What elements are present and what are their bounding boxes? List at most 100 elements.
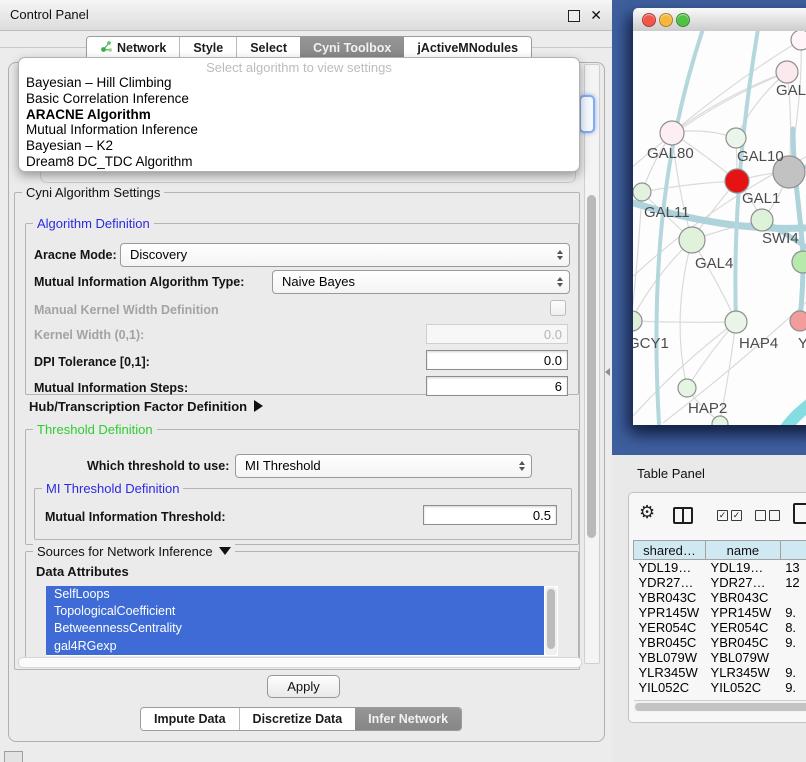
network-node-node[interactable] — [791, 31, 806, 50]
hub-definition-label: Hub/Transcription Factor Definition — [29, 399, 247, 414]
table-horizontal-scrollbar[interactable] — [634, 700, 806, 712]
tab-infer-network[interactable]: Infer Network — [355, 708, 461, 730]
group-title: Cyni Algorithm Settings — [22, 185, 164, 200]
table-cell[interactable]: 9. — [780, 665, 806, 680]
table-cell[interactable]: YBL079W — [706, 650, 781, 665]
table-cell[interactable]: YBL079W — [634, 650, 706, 665]
network-node-hap2[interactable] — [678, 379, 696, 397]
node-label-hap4: HAP4 — [739, 335, 778, 352]
table-cell[interactable]: YDL19… — [634, 560, 706, 576]
tab-style[interactable]: Style — [179, 37, 236, 59]
sources-title: Sources for Network Inference — [37, 544, 213, 559]
horizontal-scrollbar[interactable] — [18, 657, 582, 668]
column-header[interactable] — [780, 541, 806, 560]
network-node-gal80[interactable] — [660, 121, 684, 145]
table-cell[interactable]: 9. — [780, 605, 806, 620]
table-cell[interactable]: YLR345W — [706, 665, 781, 680]
table-cell[interactable] — [780, 590, 806, 605]
network-node-gal4[interactable] — [679, 227, 705, 253]
network-node-gal11[interactable] — [633, 183, 651, 201]
table-cell[interactable]: 9. — [780, 635, 806, 650]
apply-button[interactable]: Apply — [267, 675, 340, 698]
network-node-swi4[interactable] — [792, 251, 806, 273]
dropdown-option-dream8-dc-tdc-algorithm[interactable]: Dream8 DC_TDC Algorithm — [23, 154, 575, 170]
dropdown-options: Bayesian – Hill ClimbingBasic Correlatio… — [23, 75, 575, 170]
partial-corner-button[interactable] — [4, 751, 23, 762]
table-cell[interactable]: YPR145W — [634, 605, 706, 620]
attribute-item-topologicalcoefficient[interactable]: TopologicalCoefficient — [46, 603, 544, 620]
close-traffic-light[interactable] — [642, 13, 656, 27]
scrollbar-thumb[interactable] — [635, 703, 806, 711]
aracne-mode-combobox[interactable]: Discovery — [120, 243, 570, 267]
table-cell[interactable]: YBR045C — [706, 635, 781, 650]
manual-kernel-width-checkbox[interactable] — [550, 300, 566, 316]
table-cell[interactable]: YIL052C — [634, 680, 706, 695]
node-label-gal80: GAL80 — [647, 145, 694, 162]
table-row: YBL079WYBL079W — [634, 650, 806, 665]
table-panel-title: Table Panel — [637, 466, 705, 481]
network-node-hap4[interactable] — [725, 311, 747, 333]
table-cell[interactable]: 13 — [780, 560, 806, 576]
dropdown-option-mutual-information-inference[interactable]: Mutual Information Inference — [23, 122, 575, 138]
tab-select[interactable]: Select — [236, 37, 300, 59]
splitter-collapse-icon[interactable] — [605, 368, 610, 376]
network-node-gal10[interactable] — [726, 128, 746, 148]
column-header[interactable]: shared… — [634, 541, 706, 560]
tab-label: Network — [117, 41, 166, 55]
network-canvas[interactable]: GALGAL80GAL10GAL1GAL11SWI4GAL4GCY1HAP4YH… — [633, 31, 806, 425]
network-node-y[interactable] — [790, 311, 806, 331]
which-threshold-label: Which threshold to use: — [87, 459, 229, 473]
table-cell[interactable]: YDL19… — [706, 560, 781, 576]
attribute-item-betweennesscentrality[interactable]: BetweennessCentrality — [46, 620, 544, 637]
table-cell[interactable]: YER054C — [706, 620, 781, 635]
table-cell[interactable]: YPR145W — [706, 605, 781, 620]
network-node-gal[interactable] — [776, 61, 798, 83]
tab-impute-data[interactable]: Impute Data — [141, 708, 239, 730]
network-node-gal1[interactable] — [751, 209, 773, 231]
close-icon[interactable]: ✕ — [590, 7, 602, 24]
minimize-traffic-light[interactable] — [659, 13, 673, 27]
table-cell[interactable]: YLR345W — [634, 665, 706, 680]
table-cell[interactable]: YER054C — [634, 620, 706, 635]
table-cell[interactable]: YIL052C — [706, 680, 781, 695]
mi-steps-label: Mutual Information Steps: — [34, 381, 188, 395]
float-window-icon[interactable] — [568, 10, 580, 22]
scrollbar-thumb[interactable] — [547, 589, 555, 649]
mi-algorithm-type-combobox[interactable]: Naive Bayes — [272, 270, 570, 294]
combobox-value: Naive Bayes — [282, 271, 355, 293]
table-cell[interactable]: 9. — [780, 680, 806, 695]
mi-threshold-field[interactable] — [423, 505, 557, 525]
mi-steps-field[interactable] — [426, 376, 568, 396]
zoom-traffic-light[interactable] — [676, 13, 690, 27]
dpi-tolerance-field[interactable] — [426, 350, 568, 370]
table-cell[interactable]: 8. — [780, 620, 806, 635]
tab-jactivemnodules[interactable]: jActiveMNodules — [404, 37, 531, 59]
scrollbar-thumb[interactable] — [587, 195, 596, 538]
dropdown-option-bayesian-k2[interactable]: Bayesian – K2 — [23, 138, 575, 154]
table-cell[interactable]: YDR27… — [634, 575, 706, 590]
table-cell[interactable]: YDR27… — [706, 575, 781, 590]
table-cell[interactable]: 12 — [780, 575, 806, 590]
vertical-scrollbar[interactable] — [584, 64, 600, 664]
table-cell[interactable] — [780, 650, 806, 665]
network-node-gcy1[interactable] — [633, 311, 642, 331]
dropdown-option-aracne-algorithm[interactable]: ARACNE Algorithm — [23, 107, 575, 123]
data-attributes-list[interactable]: SelfLoopsTopologicalCoefficientBetweenne… — [46, 586, 558, 656]
hub-definition-toggle[interactable]: Hub/Transcription Factor Definition — [29, 399, 263, 414]
attribute-item-selfloops[interactable]: SelfLoops — [46, 586, 544, 603]
attribute-item-gal4rgexp[interactable]: gal4RGexp — [46, 638, 544, 655]
tab-discretize-data[interactable]: Discretize Data — [239, 708, 356, 730]
table-cell[interactable]: YBR043C — [634, 590, 706, 605]
dropdown-option-bayesian-hill-climbing[interactable]: Bayesian – Hill Climbing — [23, 75, 575, 91]
list-scrollbar[interactable] — [545, 587, 557, 655]
table-cell[interactable]: YBR043C — [706, 590, 781, 605]
focused-spinner-control[interactable] — [579, 95, 595, 133]
column-header[interactable]: name — [706, 541, 781, 560]
sources-toggle[interactable]: Sources for Network Inference — [33, 544, 235, 559]
table-cell[interactable]: YBR045C — [634, 635, 706, 650]
tab-cyni-toolbox[interactable]: Cyni Toolbox — [300, 37, 404, 59]
tab-network[interactable]: Network — [87, 37, 179, 59]
network-window-titlebar[interactable] — [633, 8, 806, 32]
which-threshold-combobox[interactable]: MI Threshold — [235, 454, 532, 478]
dropdown-option-basic-correlation-inference[interactable]: Basic Correlation Inference — [23, 91, 575, 107]
